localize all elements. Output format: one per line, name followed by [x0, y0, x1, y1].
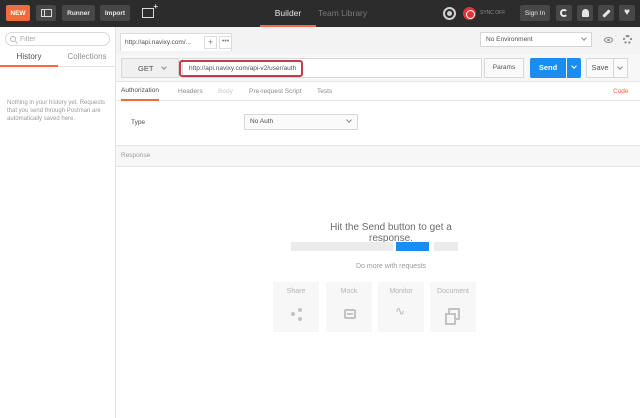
gear-icon [622, 35, 632, 44]
auth-type-value: No Auth [250, 118, 274, 125]
send-button[interactable]: Send [530, 58, 566, 78]
tab-tests[interactable]: Tests [317, 82, 332, 101]
empty-response-message: Hit the Send button to get a response. [330, 222, 452, 244]
interceptor-icon[interactable] [443, 7, 456, 20]
bell-icon [581, 9, 589, 17]
satellite-icon [560, 9, 568, 17]
import-button[interactable]: Import [100, 5, 130, 21]
method-select[interactable]: GET [121, 58, 179, 78]
response-panel: Hit the Send button to get a response. D… [116, 167, 640, 418]
settings-button[interactable] [598, 5, 614, 21]
mock-card[interactable]: Mock [326, 282, 372, 332]
eye-icon [603, 36, 613, 43]
sidebar-layout-icon [40, 9, 52, 17]
placeholder-bar [291, 242, 393, 251]
sign-in-button[interactable]: Sign In [520, 5, 550, 21]
auth-type-select[interactable]: No Auth [244, 114, 358, 130]
favorite-button[interactable]: ♥ [619, 5, 635, 21]
environment-selected-value: No Environment [486, 36, 533, 43]
share-icon [291, 308, 303, 320]
sidebar: History Collections Nothing in your hist… [0, 27, 116, 418]
url-input[interactable] [183, 59, 481, 77]
new-button[interactable]: NEW [6, 5, 30, 21]
tab-collections[interactable]: Collections [58, 51, 116, 67]
app-header: NEW Runner Import Builder Team Library S… [0, 0, 640, 27]
card-label: Mock [340, 288, 358, 295]
send-options-button[interactable] [567, 58, 581, 78]
filter-field[interactable] [5, 32, 110, 46]
environment-quick-look-button[interactable] [600, 32, 616, 47]
tab-pre-request-script[interactable]: Pre-request Script [249, 82, 301, 101]
new-window-button[interactable] [138, 2, 158, 21]
manage-environments-button[interactable] [619, 32, 635, 47]
monitor-card[interactable]: Monitor [378, 282, 424, 332]
card-label: Share [286, 288, 306, 295]
new-window-icon [142, 2, 158, 18]
save-button[interactable]: Save [586, 58, 614, 78]
add-tab-button[interactable]: + [204, 36, 217, 49]
placeholder-bar [434, 242, 458, 251]
chevron-down-icon [346, 117, 352, 123]
monitor-icon [395, 305, 408, 318]
tab-options-button[interactable]: ••• [219, 36, 232, 49]
request-tab-title: http://api.navixy.com/... [125, 39, 191, 46]
url-field[interactable] [182, 58, 482, 78]
chevron-down-icon [161, 64, 167, 70]
save-options-button[interactable] [614, 58, 628, 78]
wrench-icon [601, 8, 611, 18]
notifications-button[interactable] [577, 5, 593, 21]
do-more-heading: Do more with requests [355, 263, 427, 270]
search-icon [10, 36, 16, 42]
tab-authorization[interactable]: Authorization [121, 82, 159, 101]
runner-button[interactable]: Runner [62, 5, 95, 21]
mock-icon [344, 309, 356, 319]
chevron-down-icon [571, 63, 577, 69]
empty-history-message: Nothing in your history yet. Requests th… [7, 100, 106, 122]
tab-headers[interactable]: Headers [178, 82, 203, 101]
auth-type-label: Type [131, 119, 146, 126]
sync-settings-button[interactable] [556, 5, 572, 21]
sync-status-label: SYNC OFF [480, 10, 506, 16]
params-button[interactable]: Params [484, 58, 524, 78]
document-icon [445, 308, 460, 325]
card-label: Document [437, 288, 469, 295]
placeholder-bar-highlight [396, 242, 429, 251]
environment-select[interactable]: No Environment [480, 32, 592, 47]
toggle-sidebar-button[interactable] [36, 5, 56, 21]
card-label: Monitor [389, 288, 413, 295]
tab-body[interactable]: Body [218, 82, 233, 101]
tab-builder[interactable]: Builder [260, 0, 316, 27]
tab-history[interactable]: History [0, 51, 58, 67]
code-link[interactable]: Code [613, 82, 629, 101]
tab-team-library[interactable]: Team Library [318, 0, 367, 27]
filter-input[interactable] [20, 35, 100, 43]
request-url-bar: GET Params Send Save [116, 54, 640, 82]
chevron-down-icon [617, 64, 623, 70]
heart-icon: ♥ [624, 7, 630, 18]
share-card[interactable]: Share [273, 282, 319, 332]
response-header: Response [116, 145, 640, 167]
request-tab-strip: http://api.navixy.com/... + ••• No Envir… [116, 27, 640, 54]
request-sub-tabs: Authorization Headers Body Pre-request S… [116, 82, 640, 101]
sidebar-tabs: History Collections [0, 51, 115, 67]
sync-status-icon[interactable] [463, 7, 476, 20]
method-value: GET [138, 63, 154, 73]
document-card[interactable]: Document [430, 282, 476, 332]
chevron-down-icon [581, 35, 587, 41]
